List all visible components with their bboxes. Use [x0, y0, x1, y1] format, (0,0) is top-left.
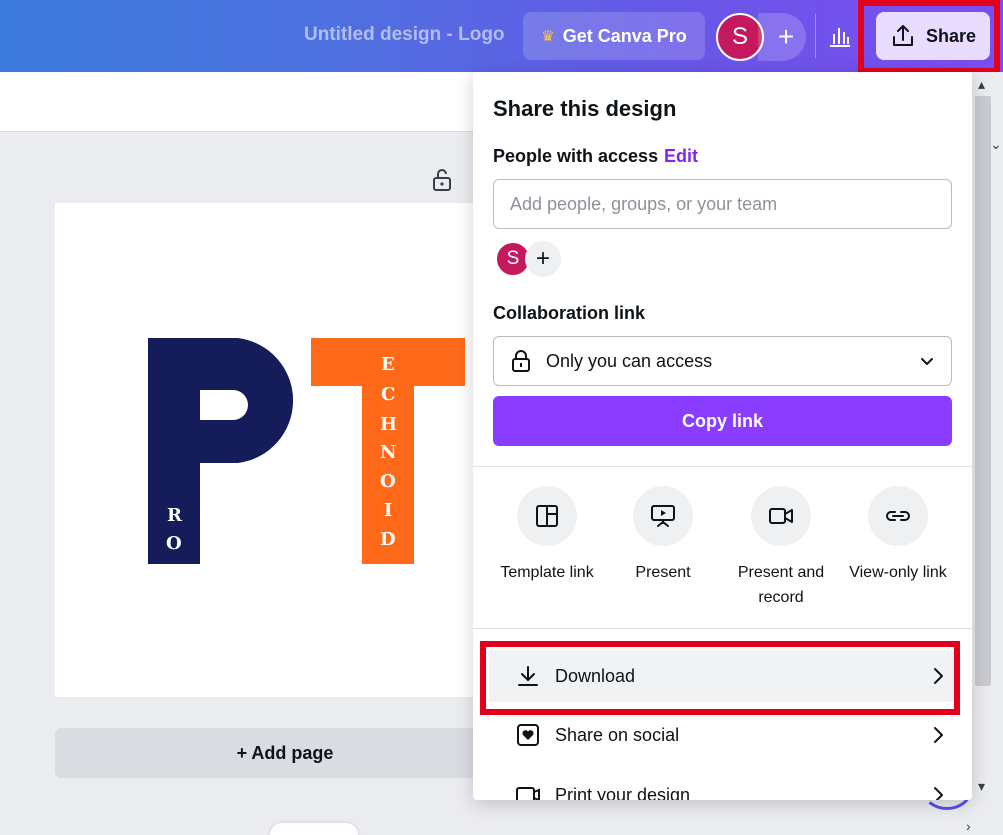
present-option[interactable]: Present [604, 486, 722, 585]
download-highlight-box [480, 641, 960, 715]
print-design-label: Print your design [555, 784, 691, 801]
page-nav-pill[interactable] [270, 823, 358, 835]
template-icon [536, 505, 558, 527]
panel-divider [473, 628, 972, 629]
bar-chart-icon [830, 28, 850, 47]
share-highlight-box [858, 0, 1000, 74]
insights-button[interactable] [820, 14, 860, 58]
chevron-right-icon [934, 787, 943, 800]
document-title[interactable]: Untitled design - Logo [304, 24, 505, 46]
logo-letter-p [148, 338, 294, 564]
get-canva-pro-button[interactable]: ♛ Get Canva Pro [523, 12, 705, 60]
share-panel-title: Share this design [493, 96, 677, 121]
heart-icon [517, 724, 539, 746]
panel-divider [473, 466, 972, 467]
template-link-option[interactable]: Template link [488, 486, 606, 585]
view-only-link-option[interactable]: View-only link [839, 486, 957, 585]
logo-letter-h: H [380, 414, 398, 435]
add-people-input[interactable] [493, 179, 952, 229]
chevron-right-icon [934, 727, 943, 743]
link-icon [886, 511, 910, 521]
scroll-down-icon[interactable]: ▾ [978, 778, 985, 795]
share-on-social-menu-item[interactable]: Share on social [489, 709, 956, 761]
copy-link-button[interactable]: Copy link [493, 396, 952, 446]
collaboration-link-label: Collaboration link [493, 303, 646, 323]
present-and-record-label: Present and record [737, 564, 825, 606]
plus-icon: + [535, 245, 550, 272]
user-avatar[interactable]: S [716, 13, 764, 61]
edit-access-link[interactable]: Edit [664, 146, 698, 167]
get-canva-pro-label: Get Canva Pro [562, 25, 687, 46]
present-label: Present [635, 564, 691, 581]
add-collaborator-button[interactable]: + [758, 13, 806, 61]
logo-letter-o2: O [380, 471, 396, 492]
expand-chevron-icon[interactable]: › [966, 818, 971, 834]
share-on-social-label: Share on social [555, 724, 680, 745]
crown-icon: ♛ [541, 28, 555, 45]
logo-letter-o: O [166, 533, 182, 554]
present-icon [651, 505, 675, 527]
template-link-label: Template link [500, 564, 594, 581]
add-page-button[interactable]: + Add page [55, 728, 515, 778]
print-icon [516, 787, 540, 800]
plus-icon: + [777, 21, 795, 52]
people-with-access-label: People with access [493, 146, 659, 166]
link-access-dropdown[interactable]: Only you can access [493, 336, 952, 386]
link-access-value: Only you can access [546, 350, 713, 371]
panel-scrollbar-thumb[interactable] [975, 96, 991, 686]
top-bar: Untitled design - Logo ♛ Get Canva Pro S… [0, 0, 1003, 72]
video-record-icon [769, 508, 793, 524]
unlock-icon [433, 169, 451, 191]
logo-letter-e: E [381, 354, 395, 375]
logo-letter-i: I [384, 500, 393, 521]
logo-letter-d: D [380, 529, 396, 550]
view-only-link-label: View-only link [849, 564, 947, 581]
lock-page-button[interactable] [431, 168, 453, 197]
lock-icon [512, 350, 530, 372]
present-and-record-option[interactable]: Present and record [722, 486, 840, 610]
logo-letter-c: C [381, 384, 396, 405]
design-page[interactable]: R O E C H N O I D [55, 203, 515, 697]
logo-letter-r: R [167, 505, 182, 526]
logo-letter-n: N [380, 442, 397, 463]
topbar-divider [815, 14, 816, 58]
add-person-button[interactable]: + [525, 241, 561, 277]
collapse-chevron-icon[interactable]: ⌄ [990, 136, 1002, 153]
chevron-down-icon [921, 358, 933, 365]
scroll-up-icon[interactable]: ▴ [978, 76, 985, 93]
print-design-menu-item[interactable]: Print your design [489, 769, 956, 800]
